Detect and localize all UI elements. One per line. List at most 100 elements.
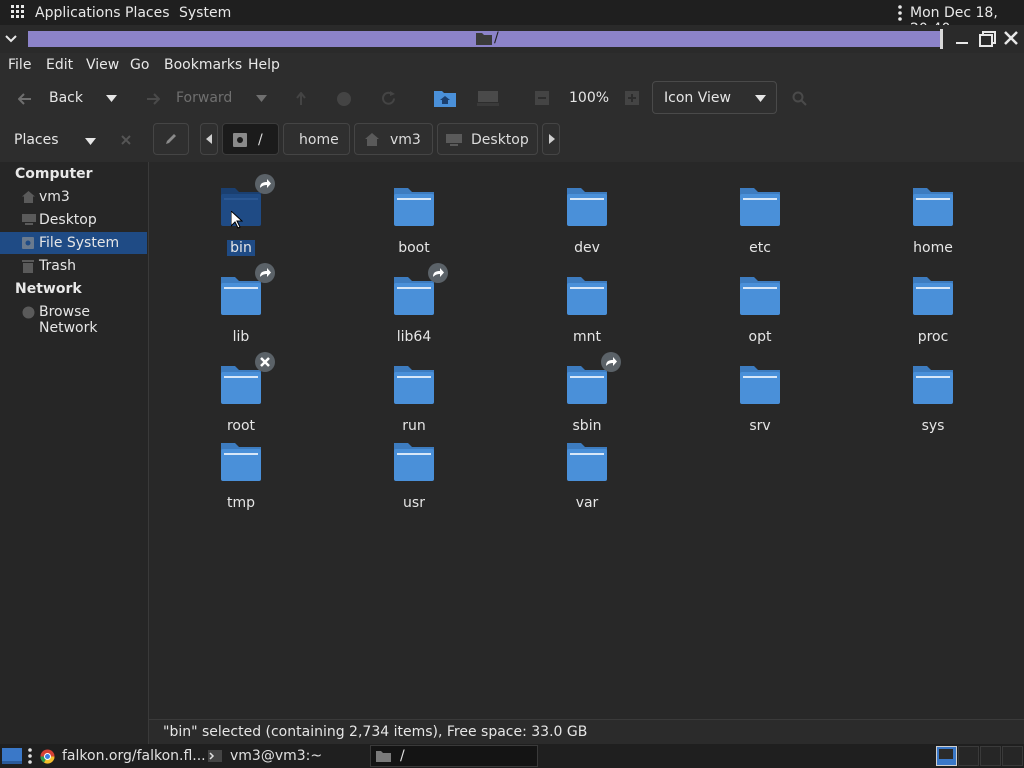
file-name: mnt xyxy=(527,329,647,345)
back-history-chevron-icon[interactable] xyxy=(106,95,117,102)
folder-icon xyxy=(567,441,607,481)
file-item-usr[interactable]: usr xyxy=(354,441,474,521)
file-item-etc[interactable]: etc xyxy=(700,186,820,266)
close-sidebar-icon[interactable] xyxy=(121,135,131,145)
sidebar-item-desktop[interactable]: Desktop xyxy=(0,209,147,231)
file-item-boot[interactable]: boot xyxy=(354,186,474,266)
crumb-root[interactable]: / xyxy=(222,123,279,155)
file-item-lib[interactable]: lib xyxy=(181,263,301,355)
up-arrow-icon[interactable] xyxy=(296,92,306,106)
file-name-text: lib xyxy=(232,329,250,345)
menu-help[interactable]: Help xyxy=(248,57,280,73)
file-item-sys[interactable]: sys xyxy=(873,364,993,444)
file-name: home xyxy=(873,240,993,256)
crumb-desktop[interactable]: Desktop xyxy=(437,123,538,155)
file-item-mnt[interactable]: mnt xyxy=(527,275,647,355)
menu-bookmarks[interactable]: Bookmarks xyxy=(164,57,242,73)
sidebar-item-vm3[interactable]: vm3 xyxy=(0,186,147,208)
sidebar-item-file-system[interactable]: File System xyxy=(0,232,147,254)
system-menu[interactable]: System xyxy=(179,5,231,21)
panel-menu-icon[interactable] xyxy=(898,5,902,21)
forward-button[interactable]: Forward xyxy=(176,90,232,106)
task-file-manager[interactable]: / xyxy=(370,745,538,767)
file-item-dev[interactable]: dev xyxy=(527,186,647,266)
home-icon xyxy=(365,133,379,146)
search-icon[interactable] xyxy=(792,91,808,107)
window-titlebar: / xyxy=(0,25,1024,53)
apps-grid-icon[interactable] xyxy=(11,5,25,19)
file-name: etc xyxy=(700,240,820,256)
file-name-text: srv xyxy=(749,418,771,434)
computer-icon[interactable] xyxy=(477,89,499,107)
symlink-emblem-icon xyxy=(255,263,275,283)
mouse-cursor-icon xyxy=(231,211,243,229)
forward-arrow-icon[interactable] xyxy=(146,92,160,106)
file-item-lib64[interactable]: lib64 xyxy=(354,263,474,355)
maximize-icon[interactable] xyxy=(979,31,997,47)
menu-edit[interactable]: Edit xyxy=(46,57,73,73)
task-terminal[interactable]: vm3@vm3:~ xyxy=(230,748,322,764)
file-item-sbin[interactable]: sbin xyxy=(527,352,647,444)
crumb-vm3[interactable]: vm3 xyxy=(354,123,433,155)
file-name: proc xyxy=(873,329,993,345)
file-item-proc[interactable]: proc xyxy=(873,275,993,355)
file-name: boot xyxy=(354,240,474,256)
task-falkon[interactable]: falkon.org/falkon.fl... xyxy=(62,748,206,764)
workspace-4[interactable] xyxy=(1002,746,1023,766)
folder-icon xyxy=(221,441,261,481)
crumb-home[interactable]: home xyxy=(283,123,350,155)
browser-icon xyxy=(40,749,55,764)
view-mode-chevron-icon xyxy=(755,95,766,102)
zoom-out-icon[interactable] xyxy=(535,91,549,105)
file-item-var[interactable]: var xyxy=(527,441,647,521)
menu-view[interactable]: View xyxy=(86,57,119,73)
top-panel: Applications Places System Mon Dec 18, 2… xyxy=(0,0,1024,37)
folder-icon xyxy=(740,364,780,404)
workspace-3[interactable] xyxy=(980,746,1001,766)
file-item-home[interactable]: home xyxy=(873,186,993,266)
stop-icon[interactable] xyxy=(336,91,352,107)
sidebar-pane-chevron-icon[interactable] xyxy=(85,138,96,145)
crumb-scroll-left[interactable] xyxy=(200,123,218,155)
file-name-text: lib64 xyxy=(396,329,432,345)
home-folder-icon[interactable] xyxy=(434,89,456,107)
view-mode-select[interactable]: Icon View xyxy=(652,81,777,114)
crumb-vm3-label: vm3 xyxy=(390,132,421,148)
sidebar-header-computer: Computer xyxy=(15,166,93,182)
window-list-menu-icon[interactable] xyxy=(28,748,32,764)
sidebar-item-label: File System xyxy=(39,235,120,251)
sidebar-pane-selector[interactable]: Places xyxy=(14,132,59,148)
window-menu-chevron-icon[interactable] xyxy=(5,34,17,44)
menu-go[interactable]: Go xyxy=(130,57,149,73)
close-icon[interactable] xyxy=(1004,31,1018,45)
workspace-2[interactable] xyxy=(958,746,979,766)
file-item-srv[interactable]: srv xyxy=(700,364,820,444)
sidebar-item-browse-network[interactable]: Browse Network xyxy=(0,301,147,336)
file-item-opt[interactable]: opt xyxy=(700,275,820,355)
minimize-icon[interactable] xyxy=(955,32,969,46)
applications-menu[interactable]: Applications xyxy=(35,5,121,21)
file-name-text: opt xyxy=(748,329,772,345)
file-item-tmp[interactable]: tmp xyxy=(181,441,301,521)
sidebar-item-trash[interactable]: Trash xyxy=(0,255,147,277)
edit-location-button[interactable] xyxy=(153,123,189,155)
show-desktop-icon[interactable] xyxy=(2,748,22,764)
back-arrow-icon[interactable] xyxy=(18,92,32,106)
menu-file[interactable]: File xyxy=(8,57,31,73)
places-menu[interactable]: Places xyxy=(125,5,170,21)
file-item-root[interactable]: root xyxy=(181,352,301,444)
folder-title-icon xyxy=(476,31,492,45)
file-view[interactable]: bin boot dev etc home lib lib64 mnt opt proc root r… xyxy=(149,162,1024,719)
crumb-scroll-right[interactable] xyxy=(542,123,560,155)
folder-icon xyxy=(567,186,607,226)
reload-icon[interactable] xyxy=(380,90,397,107)
forward-history-chevron-icon[interactable] xyxy=(256,95,267,102)
zoom-in-icon[interactable] xyxy=(625,91,639,105)
workspace-1[interactable] xyxy=(936,746,957,766)
file-name-text: proc xyxy=(917,329,949,345)
back-button[interactable]: Back xyxy=(49,90,83,106)
file-name: srv xyxy=(700,418,820,434)
file-item-run[interactable]: run xyxy=(354,364,474,444)
file-name: opt xyxy=(700,329,820,345)
file-name-text: run xyxy=(402,418,426,434)
